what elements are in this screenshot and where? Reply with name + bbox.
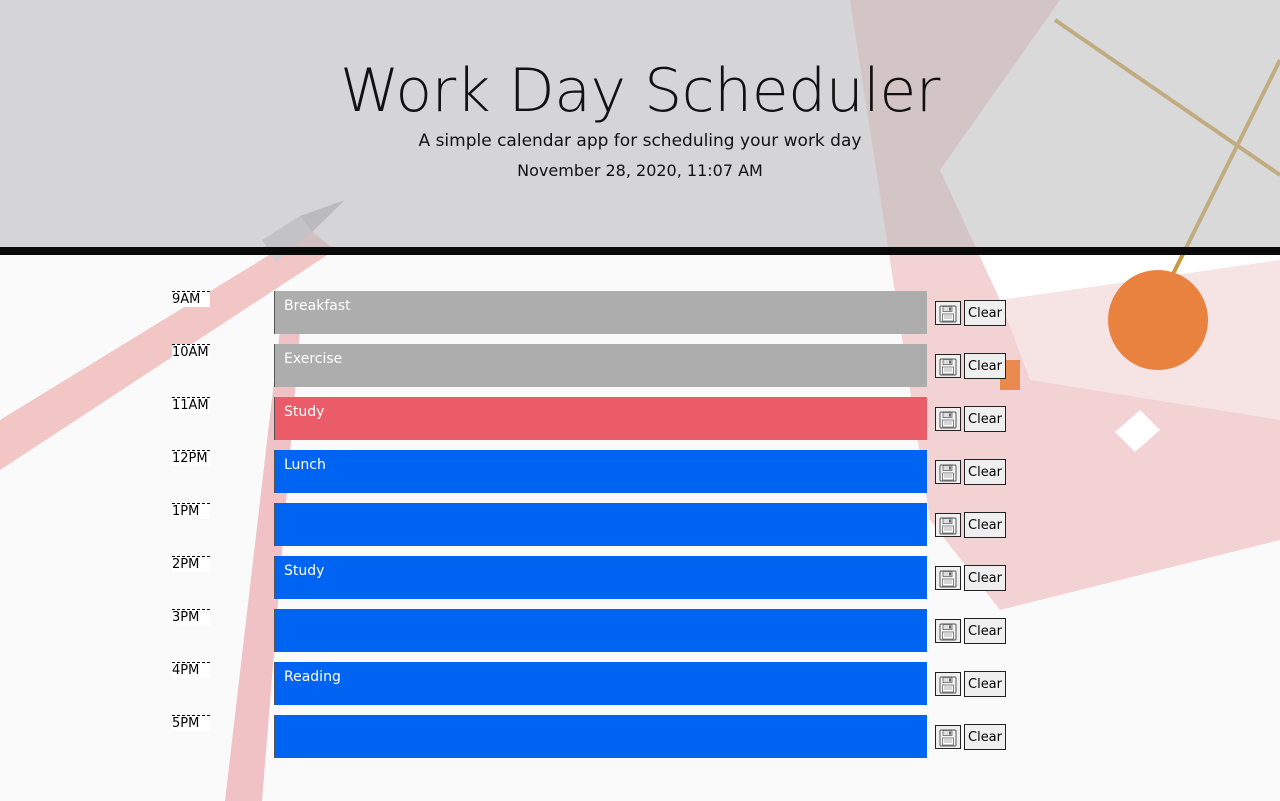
floppy-disk-icon (939, 411, 957, 429)
clear-button[interactable]: Clear (964, 406, 1006, 432)
hour-label: 2PM (172, 556, 210, 572)
save-button[interactable] (935, 513, 961, 537)
time-block-row: 9AM Breakfast Clear (0, 291, 1280, 344)
time-block-row: 12PM Lunch Clear (0, 450, 1280, 503)
hour-label: 9AM (172, 291, 210, 307)
hour-label: 1PM (172, 503, 210, 519)
page-header: Work Day Scheduler A simple calendar app… (0, 0, 1280, 247)
task-input[interactable] (274, 715, 927, 758)
time-block-row: 4PM Reading Clear (0, 662, 1280, 715)
floppy-disk-icon (939, 517, 957, 535)
floppy-disk-icon (939, 464, 957, 482)
save-button[interactable] (935, 460, 961, 484)
current-datetime: November 28, 2020, 11:07 AM (517, 161, 763, 180)
page-subtitle: A simple calendar app for scheduling you… (418, 131, 862, 151)
hour-label: 3PM (172, 609, 210, 625)
task-input[interactable] (274, 503, 927, 546)
time-block-row: 10AM Exercise Clear (0, 344, 1280, 397)
clear-button[interactable]: Clear (964, 512, 1006, 538)
save-button[interactable] (935, 301, 961, 325)
save-button[interactable] (935, 619, 961, 643)
task-input[interactable]: Breakfast (274, 291, 927, 334)
floppy-disk-icon (939, 570, 957, 588)
schedule-container: 9AM Breakfast Clear 10AM Exercise Clear 11AM St… (0, 291, 1280, 768)
page-title: Work Day Scheduler (340, 56, 940, 126)
time-block-row: 3PM Clear (0, 609, 1280, 662)
clear-button[interactable]: Clear (964, 565, 1006, 591)
clear-button[interactable]: Clear (964, 724, 1006, 750)
hour-label: 11AM (172, 397, 210, 413)
clear-button[interactable]: Clear (964, 353, 1006, 379)
task-input[interactable]: Study (274, 397, 927, 440)
clear-button[interactable]: Clear (964, 671, 1006, 697)
hour-label: 12PM (172, 450, 210, 466)
hour-label: 10AM (172, 344, 210, 360)
floppy-disk-icon (939, 676, 957, 694)
save-button[interactable] (935, 354, 961, 378)
time-block-row: 11AM Study Clear (0, 397, 1280, 450)
save-button[interactable] (935, 725, 961, 749)
clear-button[interactable]: Clear (964, 300, 1006, 326)
floppy-disk-icon (939, 305, 957, 323)
save-button[interactable] (935, 672, 961, 696)
task-input[interactable]: Study (274, 556, 927, 599)
task-input[interactable]: Reading (274, 662, 927, 705)
task-input[interactable] (274, 609, 927, 652)
save-button[interactable] (935, 566, 961, 590)
floppy-disk-icon (939, 358, 957, 376)
header-divider (0, 247, 1280, 255)
time-block-row: 1PM Clear (0, 503, 1280, 556)
hour-label: 4PM (172, 662, 210, 678)
clear-button[interactable]: Clear (964, 618, 1006, 644)
task-input[interactable]: Lunch (274, 450, 927, 493)
floppy-disk-icon (939, 729, 957, 747)
clear-button[interactable]: Clear (964, 459, 1006, 485)
save-button[interactable] (935, 407, 961, 431)
time-block-row: 2PM Study Clear (0, 556, 1280, 609)
floppy-disk-icon (939, 623, 957, 641)
task-input[interactable]: Exercise (274, 344, 927, 387)
hour-label: 5PM (172, 715, 210, 731)
time-block-row: 5PM Clear (0, 715, 1280, 768)
